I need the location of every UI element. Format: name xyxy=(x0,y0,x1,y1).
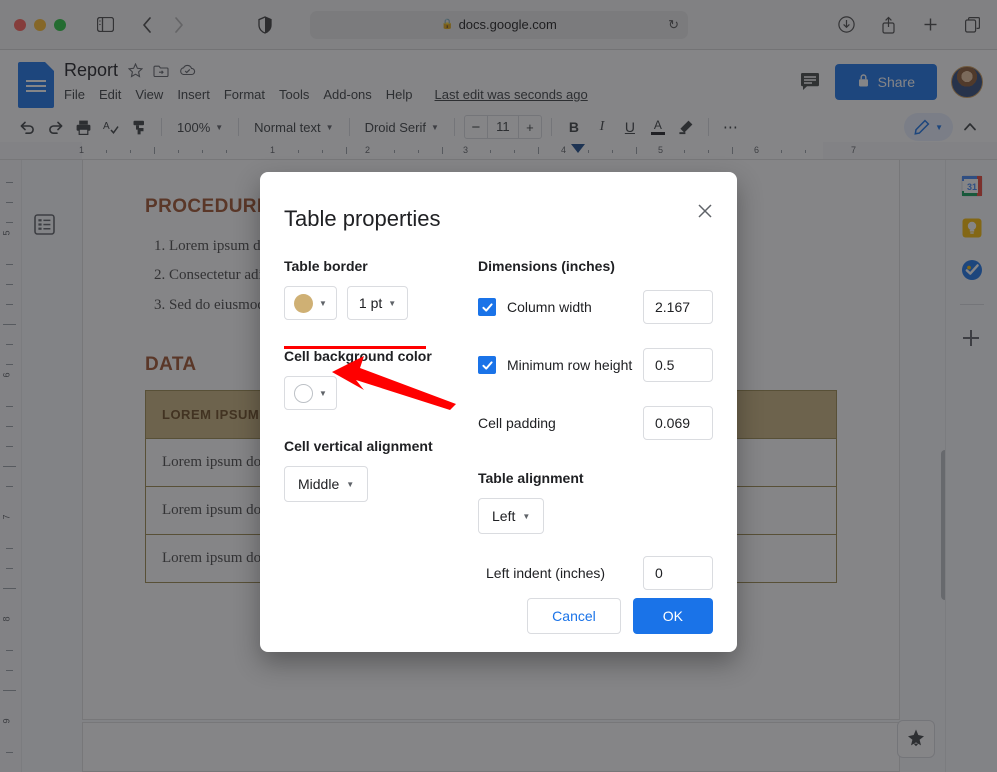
cell-background-color-swatch[interactable]: ▼ xyxy=(284,376,337,410)
chevron-down-icon: ▼ xyxy=(319,299,327,308)
minimum-row-height-checkbox[interactable] xyxy=(478,356,496,374)
table-border-width-dropdown[interactable]: 1 pt ▼ xyxy=(347,286,408,320)
minimum-row-height-label: Minimum row height xyxy=(507,357,632,373)
cell-padding-row: Cell padding xyxy=(478,406,713,440)
dialog-footer: Cancel OK xyxy=(527,598,713,634)
border-width-value: 1 pt xyxy=(359,295,382,311)
minimum-row-height-input[interactable] xyxy=(643,348,713,382)
cell-background-color-dot xyxy=(294,384,313,403)
chevron-down-icon: ▼ xyxy=(388,299,396,308)
cell-background-color-label: Cell background color xyxy=(284,348,478,364)
dialog-columns: Table border ▼ 1 pt ▼ Cell background co… xyxy=(284,258,713,604)
column-width-checkbox[interactable] xyxy=(478,298,496,316)
table-alignment-value: Left xyxy=(492,508,515,524)
border-color-dot xyxy=(294,294,313,313)
left-indent-row: Left indent (inches) xyxy=(478,556,713,590)
dialog-right-column: Dimensions (inches) Column width Minimum… xyxy=(478,258,713,604)
table-alignment-label: Table alignment xyxy=(478,470,713,486)
cell-padding-input[interactable] xyxy=(643,406,713,440)
table-border-label: Table border xyxy=(284,258,478,274)
chevron-down-icon: ▼ xyxy=(346,480,354,489)
column-width-row: Column width xyxy=(478,290,713,324)
left-indent-input[interactable] xyxy=(643,556,713,590)
cancel-button[interactable]: Cancel xyxy=(527,598,621,634)
cell-vertical-alignment-dropdown[interactable]: Middle ▼ xyxy=(284,466,368,502)
cell-vertical-alignment-value: Middle xyxy=(298,476,339,492)
cell-padding-label: Cell padding xyxy=(478,415,556,431)
table-properties-dialog: Table properties Table border ▼ 1 pt ▼ C… xyxy=(260,172,737,652)
close-icon[interactable] xyxy=(693,199,717,223)
minimum-row-height-row: Minimum row height xyxy=(478,348,713,382)
table-alignment-dropdown[interactable]: Left ▼ xyxy=(478,498,544,534)
cell-vertical-alignment-label: Cell vertical alignment xyxy=(284,438,478,454)
column-width-input[interactable] xyxy=(643,290,713,324)
dialog-left-column: Table border ▼ 1 pt ▼ Cell background co… xyxy=(284,258,478,604)
dialog-title: Table properties xyxy=(284,206,713,232)
ok-button[interactable]: OK xyxy=(633,598,713,634)
table-border-color-swatch[interactable]: ▼ xyxy=(284,286,337,320)
left-indent-label: Left indent (inches) xyxy=(486,565,605,581)
chevron-down-icon: ▼ xyxy=(522,512,530,521)
chevron-down-icon: ▼ xyxy=(319,389,327,398)
annotation-underline xyxy=(284,346,426,349)
dimensions-label: Dimensions (inches) xyxy=(478,258,713,274)
column-width-label: Column width xyxy=(507,299,592,315)
